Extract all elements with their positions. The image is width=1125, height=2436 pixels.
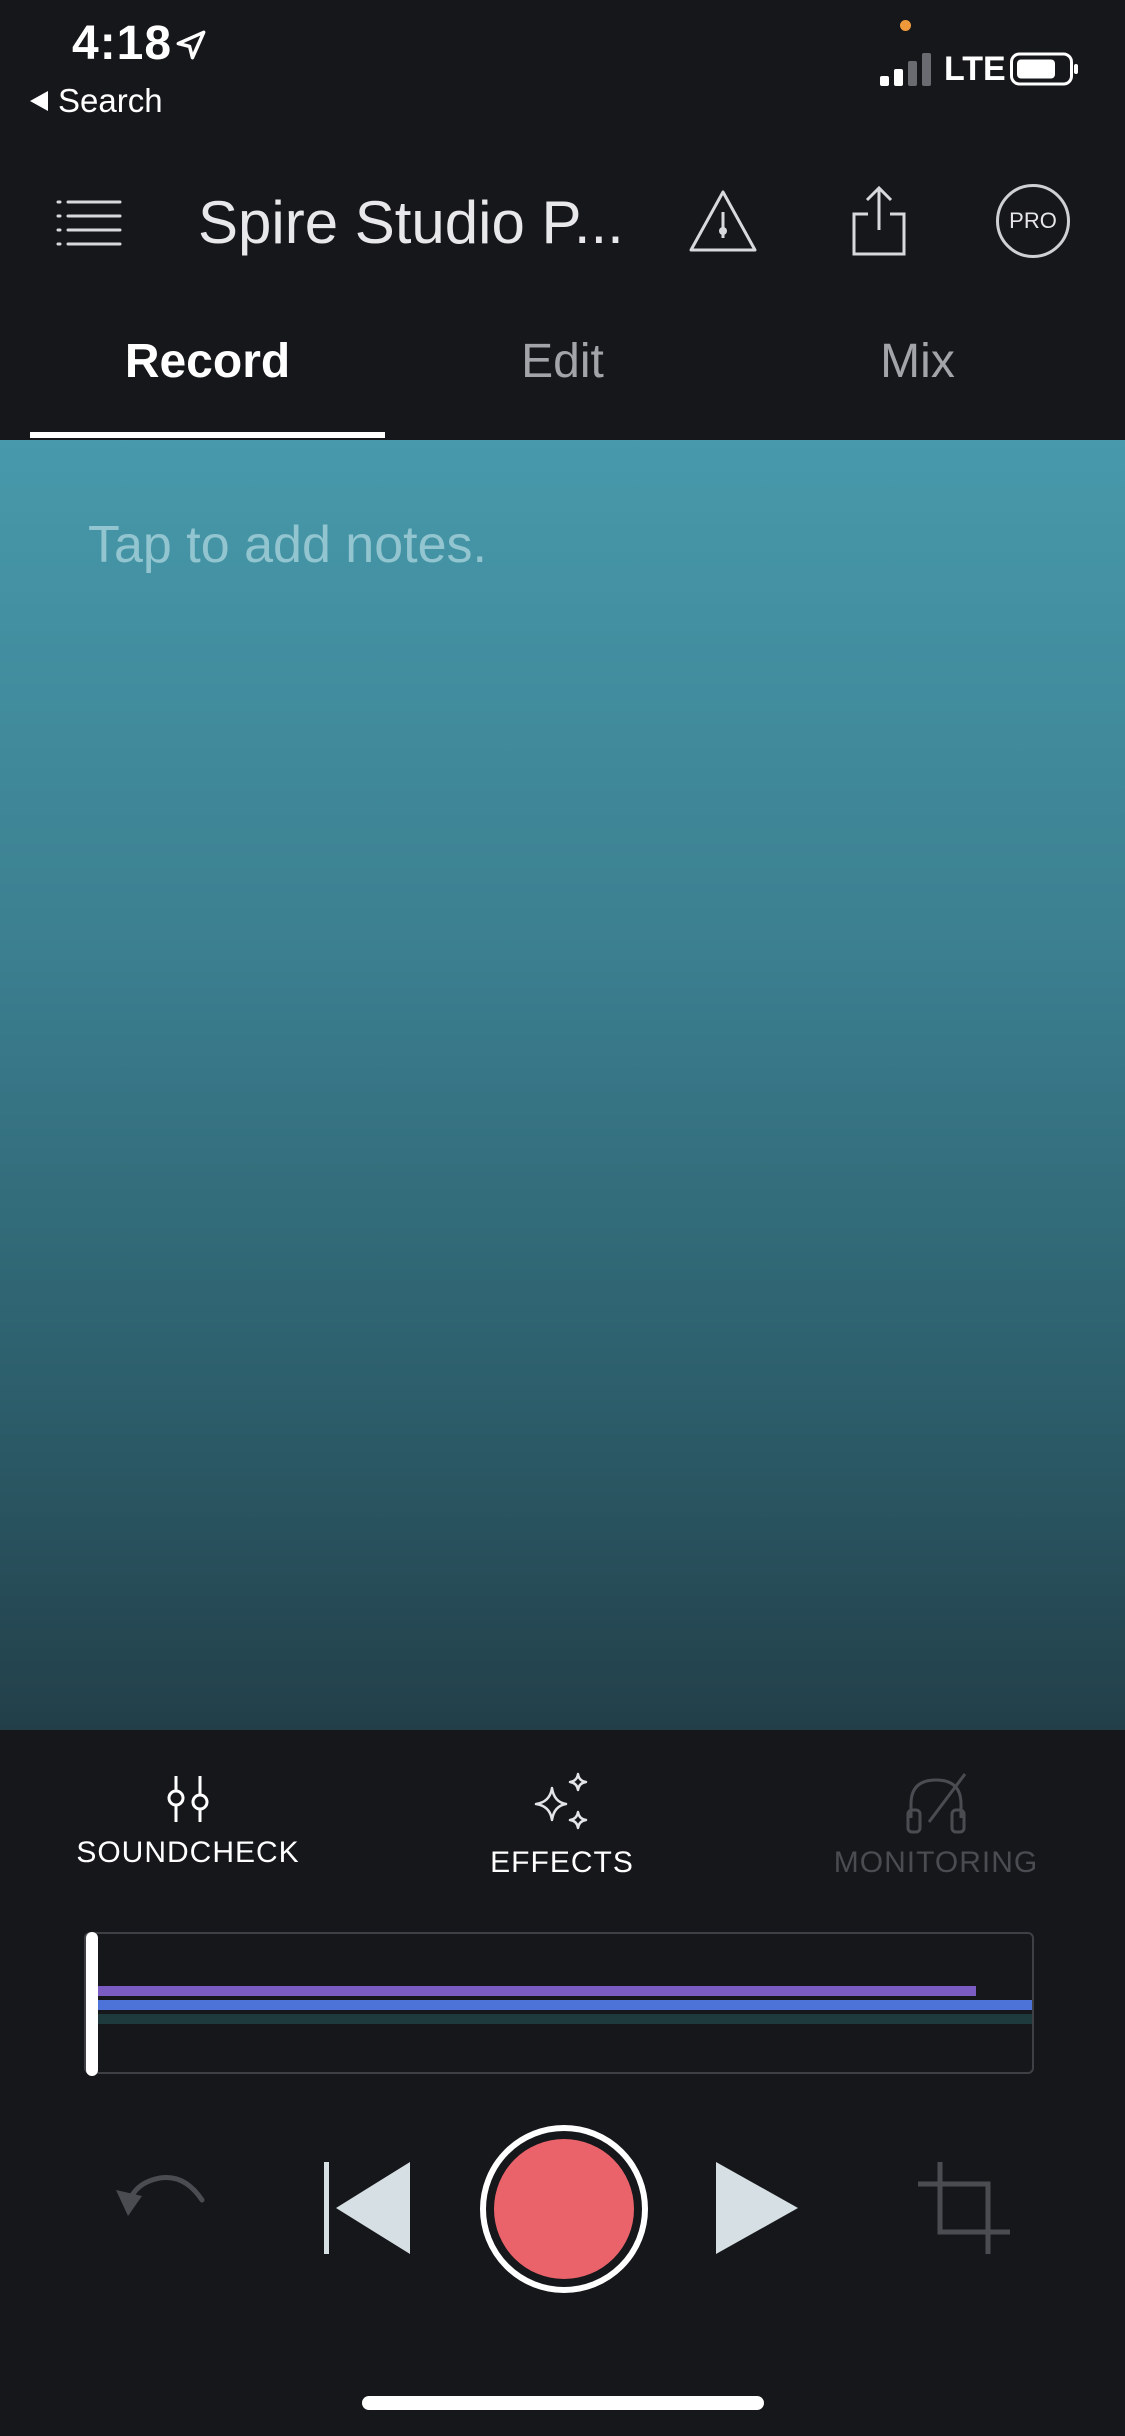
play-icon[interactable] (714, 2160, 800, 2256)
back-label: Search (58, 82, 163, 119)
tool-row: SOUNDCHECK EFFECTS MONITORING (0, 1730, 1125, 1890)
mic-in-use-indicator (900, 20, 911, 31)
record-icon (494, 2139, 634, 2279)
tab-edit[interactable]: Edit (385, 334, 740, 389)
menu-icon[interactable] (56, 196, 122, 248)
monitoring-button[interactable]: MONITORING (786, 1772, 1086, 1880)
tab-mix[interactable]: Mix (740, 334, 1095, 389)
record-button[interactable] (480, 2125, 648, 2293)
track-timeline[interactable] (84, 1932, 1034, 2076)
playhead-handle[interactable] (86, 1932, 98, 2076)
undo-icon[interactable] (112, 2160, 212, 2260)
location-arrow-icon (176, 30, 206, 60)
notes-placeholder: Tap to add notes. (88, 516, 487, 574)
monitoring-label: MONITORING (833, 1846, 1039, 1879)
sliders-icon (167, 1776, 209, 1822)
project-title[interactable]: Spire Studio P... (198, 188, 624, 257)
effects-button[interactable]: EFFECTS (412, 1772, 712, 1880)
back-to-search-button[interactable]: Search (30, 82, 163, 120)
skip-back-icon[interactable] (322, 2160, 412, 2256)
transport-controls (0, 2120, 1125, 2300)
warning-icon[interactable] (688, 188, 758, 254)
crop-icon[interactable] (916, 2160, 1012, 2256)
soundcheck-label: SOUNDCHECK (76, 1836, 300, 1869)
active-tab-indicator (30, 432, 385, 438)
signal-icon (880, 53, 931, 86)
track-waveform-2 (98, 2000, 1032, 2010)
status-time: 4:18 (72, 17, 173, 70)
effects-label: EFFECTS (490, 1846, 634, 1879)
home-indicator (362, 2396, 764, 2410)
pro-button[interactable]: PRO (996, 184, 1070, 258)
status-bar: 4:18 Search LTE (0, 0, 1125, 130)
soundcheck-button[interactable]: SOUNDCHECK (38, 1772, 338, 1870)
mode-tabs: Record Edit Mix (0, 320, 1125, 440)
track-waveform-1 (98, 1986, 976, 1996)
share-icon[interactable] (850, 184, 908, 256)
notes-area[interactable]: Tap to add notes. (0, 440, 1125, 1730)
back-arrow-icon (30, 91, 48, 111)
track-waveform-3 (98, 2014, 1032, 2024)
app-header: Spire Studio P... PRO (0, 170, 1125, 280)
headphones-off-icon (906, 1773, 967, 1834)
carrier-label: LTE (944, 50, 1006, 88)
battery-icon (1010, 52, 1078, 86)
sparkles-icon (534, 1772, 588, 1830)
tab-record[interactable]: Record (30, 334, 385, 389)
